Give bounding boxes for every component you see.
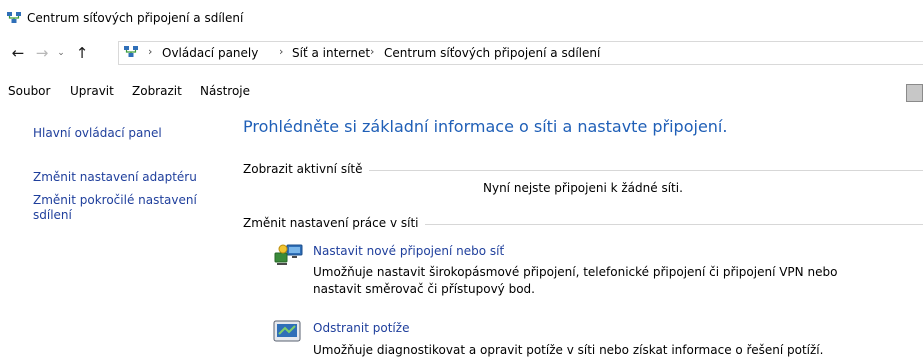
change-settings-label: Změnit nastavení práce v síti bbox=[243, 216, 425, 230]
network-setup-icon bbox=[274, 244, 303, 265]
breadcrumb-item[interactable]: Síť a internet bbox=[292, 46, 370, 60]
breadcrumb-separator: › bbox=[148, 45, 153, 58]
window-title: Centrum síťových připojení a sdílení bbox=[27, 11, 244, 25]
active-networks-label: Zobrazit aktivní sítě bbox=[243, 162, 369, 176]
menu-view[interactable]: Zobrazit bbox=[132, 84, 182, 98]
menu-file[interactable]: Soubor bbox=[8, 84, 50, 98]
sidebar-link-control-panel-home[interactable]: Hlavní ovládací panel bbox=[33, 126, 223, 141]
connection-status-text: Nyní nejste připojeni k žádné síti. bbox=[483, 181, 683, 195]
sidebar-link-change-adapter-settings[interactable]: Změnit nastavení adaptéru bbox=[33, 170, 223, 185]
sidebar-link-advanced-sharing-settings[interactable]: Změnit pokročilé nastavení sdílení bbox=[33, 193, 213, 223]
troubleshoot-description: Umožňuje diagnostikovat a opravit potíže… bbox=[313, 343, 824, 357]
breadcrumb-item[interactable]: Ovládací panely bbox=[162, 46, 258, 60]
breadcrumb-separator: › bbox=[370, 45, 375, 58]
network-center-icon bbox=[7, 12, 21, 23]
breadcrumb-separator: › bbox=[279, 45, 284, 58]
menu-edit[interactable]: Upravit bbox=[70, 84, 114, 98]
recent-locations-button[interactable]: ⌄ bbox=[54, 44, 68, 62]
up-button[interactable]: ↑ bbox=[72, 44, 92, 62]
troubleshoot-link[interactable]: Odstranit potíže bbox=[313, 321, 409, 335]
scrollbar-thumb[interactable] bbox=[906, 84, 923, 102]
back-button[interactable]: ← bbox=[8, 44, 28, 62]
menu-tools[interactable]: Nástroje bbox=[200, 84, 250, 98]
network-center-icon bbox=[124, 46, 138, 57]
setup-connection-description: Umožňuje nastavit širokopásmové připojen… bbox=[313, 265, 838, 296]
breadcrumb-item[interactable]: Centrum síťových připojení a sdílení bbox=[384, 46, 600, 60]
setup-connection-link[interactable]: Nastavit nové připojení nebo síť bbox=[313, 244, 504, 258]
page-heading: Prohlédněte si základní informace o síti… bbox=[243, 117, 728, 136]
troubleshoot-icon bbox=[273, 320, 301, 342]
forward-button[interactable]: → bbox=[32, 44, 52, 62]
